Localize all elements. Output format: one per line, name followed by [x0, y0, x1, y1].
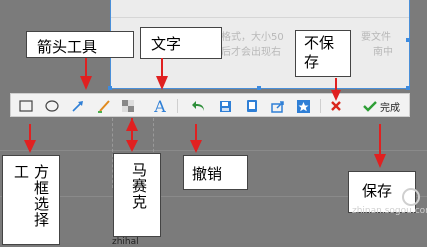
watermark-url: zhinan.sogou.com [352, 206, 427, 216]
watermark-logo [402, 188, 420, 206]
